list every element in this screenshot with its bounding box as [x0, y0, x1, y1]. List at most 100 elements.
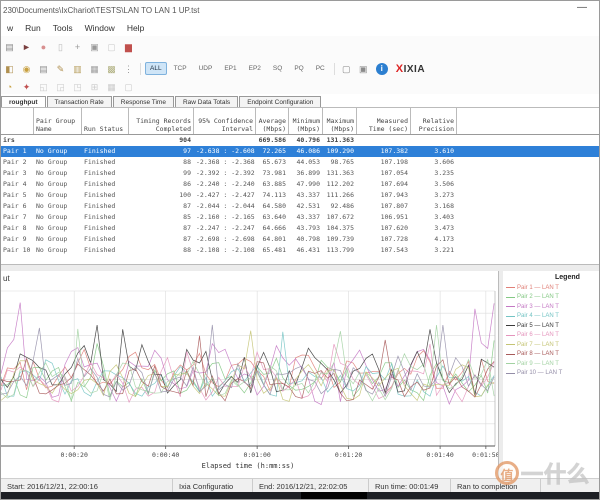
column-header-5[interactable]: Average (Mbps) [256, 108, 289, 134]
menu-item-help[interactable]: Help [121, 21, 150, 35]
tab-response-time[interactable]: Response Time [113, 96, 174, 107]
run-test-icon[interactable]: ► [19, 40, 34, 54]
copy-icon[interactable]: ▣ [87, 40, 102, 54]
legend-entry-label: Pair 2 — LAN T [517, 294, 559, 300]
taskbar-strip [1, 492, 599, 500]
legend-entries: Pair 1 — LAN T Pair 2 — LAN T Pair 3 — LAN… [503, 283, 600, 378]
speaker-icon[interactable]: ◉ [19, 62, 34, 76]
legend-swatch-icon [506, 344, 515, 345]
tile-horizontal-icon[interactable]: ◲ [53, 80, 68, 94]
tab-raw-data-totals[interactable]: Raw Data Totals [175, 96, 238, 107]
filter-button-all[interactable]: ALL [145, 62, 167, 75]
minimize-button[interactable]: — [575, 2, 589, 13]
table-row-pair-7[interactable]: Pair 7No GroupFinished85-2.160 : -2.1656… [1, 212, 600, 223]
stop-icon[interactable]: ● [36, 40, 51, 54]
filter-button-ep1[interactable]: EP1 [219, 62, 241, 75]
column-header-9[interactable]: Relative Precision [411, 108, 457, 134]
menu-item-run[interactable]: Run [19, 21, 47, 35]
info-icon[interactable]: i [376, 63, 388, 75]
filter-button-sq[interactable]: SQ [268, 62, 287, 75]
bar-chart-icon[interactable]: ▥ [70, 62, 85, 76]
filter-button-pc[interactable]: PC [311, 62, 330, 75]
table-row-pair-10[interactable]: Pair 10No GroupFinished88-2.108 : -2.108… [1, 245, 600, 256]
table-row-pair-1[interactable]: Pair 1No GroupFinished97-2.638 : -2.6087… [1, 146, 600, 157]
minimize-all-icon[interactable]: ▦ [104, 80, 119, 94]
filter-button-pq[interactable]: PQ [289, 62, 308, 75]
add-pair-icon[interactable]: + [70, 40, 85, 54]
column-header-7[interactable]: Maximum (Mbps) [323, 108, 357, 134]
snapshot-icon[interactable]: ▢ [339, 62, 354, 76]
pause-icon[interactable]: ▯ [53, 40, 68, 54]
toolbar-filters: ◧◉▤✎▥▦▩⋮ALLTCPUDPEP1EP2SQPQPC▢▣iXIXIA [1, 58, 599, 80]
throughput-chart: 0:00:200:00:400:01:000:01:200:01:400:01:… [1, 271, 498, 478]
column-header-4[interactable]: 95% Confidence Interval [194, 108, 256, 134]
export-icon[interactable]: ▣ [356, 62, 371, 76]
menu-bar: wRunToolsWindowHelp [1, 19, 599, 36]
legend-entry-pair-5: Pair 5 — LAN T [503, 321, 600, 331]
tile-vertical-icon[interactable]: ◳ [70, 80, 85, 94]
legend-entry-pair-3: Pair 3 — LAN T [503, 302, 600, 312]
column-header-3[interactable]: Timing Records Completed [129, 108, 194, 134]
legend-entry-label: Pair 10 — LAN T [517, 370, 562, 376]
legend-entry-pair-6: Pair 6 — LAN T [503, 331, 600, 341]
filter-button-udp[interactable]: UDP [194, 62, 218, 75]
tab-roughput[interactable]: roughput [1, 96, 46, 107]
status-config: Ixia Configuratio [173, 479, 253, 493]
column-header-filler [457, 108, 600, 134]
restore-all-icon[interactable]: ▢ [121, 80, 136, 94]
column-header-1[interactable]: Pair Group Name [34, 108, 82, 134]
legend-swatch-icon [506, 287, 515, 288]
camera-icon[interactable]: ◔ [2, 80, 17, 94]
cascade-icon[interactable]: ◱ [36, 80, 51, 94]
legend-entry-label: Pair 1 — LAN T [517, 285, 559, 291]
chart-title: ut [3, 274, 10, 283]
table-row-pair-4[interactable]: Pair 4No GroupFinished86-2.240 : -2.2406… [1, 179, 600, 190]
ixia-logo-x-icon: X [396, 63, 404, 75]
edit-icon[interactable]: ✎ [53, 62, 68, 76]
image-icon[interactable]: ▩ [104, 62, 119, 76]
save-icon[interactable]: ▤ [2, 40, 17, 54]
status-end-time: End: 2016/12/21, 22:02:05 [253, 479, 369, 493]
filter-button-tcp[interactable]: TCP [169, 62, 192, 75]
column-header-6[interactable]: Minimum (Mbps) [289, 108, 323, 134]
arrange-icons-icon[interactable]: ⊞ [87, 80, 102, 94]
legend-entry-pair-8: Pair 8 — LAN T [503, 350, 600, 360]
legend-entry-pair-1: Pair 1 — LAN T [503, 283, 600, 293]
x-tick-label: 0:01:00 [243, 451, 270, 459]
table-row-pair-9[interactable]: Pair 9No GroupFinished87-2.698 : -2.6986… [1, 234, 600, 245]
printer-icon[interactable]: ▤ [36, 62, 51, 76]
toolbar-main: ▤►●▯+▣▢▆ [1, 36, 599, 59]
legend-entry-label: Pair 9 — LAN T [517, 361, 559, 367]
x-tick-label: 0:00:40 [152, 451, 179, 459]
tab-transaction-rate[interactable]: Transaction Rate [47, 96, 112, 107]
table-row-pair-2[interactable]: Pair 2No GroupFinished88-2.368 : -2.3686… [1, 157, 600, 168]
marker-icon[interactable]: ✦ [19, 80, 34, 94]
menu-item-tools[interactable]: Tools [47, 21, 79, 35]
help-book-icon[interactable]: ▆ [121, 40, 136, 54]
options-icon[interactable]: ⋮ [121, 62, 136, 76]
filter-button-ep2[interactable]: EP2 [244, 62, 266, 75]
table-row-pair-6[interactable]: Pair 6No GroupFinished87-2.044 : -2.0446… [1, 201, 600, 212]
column-header-2[interactable]: Run Status [82, 108, 129, 134]
paste-icon[interactable]: ▢ [104, 40, 119, 54]
column-header-0[interactable] [1, 108, 34, 134]
line-chart-icon[interactable]: ▦ [87, 62, 102, 76]
legend-swatch-icon [506, 354, 515, 355]
table-body: irs904669.58640.796131.363Pair 1No Group… [1, 135, 600, 256]
legend-entry-label: Pair 8 — LAN T [517, 351, 559, 357]
menu-item-w[interactable]: w [1, 21, 19, 35]
table-row-pair-5[interactable]: Pair 5No GroupFinished100-2.427 : -2.427… [1, 190, 600, 201]
x-tick-label: 0:01:50 [472, 451, 498, 459]
menu-item-window[interactable]: Window [79, 21, 121, 35]
table-row-pair-8[interactable]: Pair 8No GroupFinished87-2.247 : -2.2476… [1, 223, 600, 234]
report-icon[interactable]: ◧ [2, 62, 17, 76]
throughput-chart-pane: ut 0:00:200:00:400:01:000:01:200:01:400:… [1, 271, 498, 478]
column-header-8[interactable]: Measured Time (sec) [357, 108, 411, 134]
table-row-all-pairs[interactable]: irs904669.58640.796131.363 [1, 135, 600, 146]
result-tab-bar: roughputTransaction RateResponse TimeRaw… [1, 94, 599, 107]
legend-entry-label: Pair 3 — LAN T [517, 304, 559, 310]
legend-swatch-icon [506, 363, 515, 364]
tab-endpoint-configuration[interactable]: Endpoint Configuration [239, 96, 321, 107]
table-row-pair-3[interactable]: Pair 3No GroupFinished99-2.392 : -2.3927… [1, 168, 600, 179]
legend-entry-pair-2: Pair 2 — LAN T [503, 293, 600, 303]
